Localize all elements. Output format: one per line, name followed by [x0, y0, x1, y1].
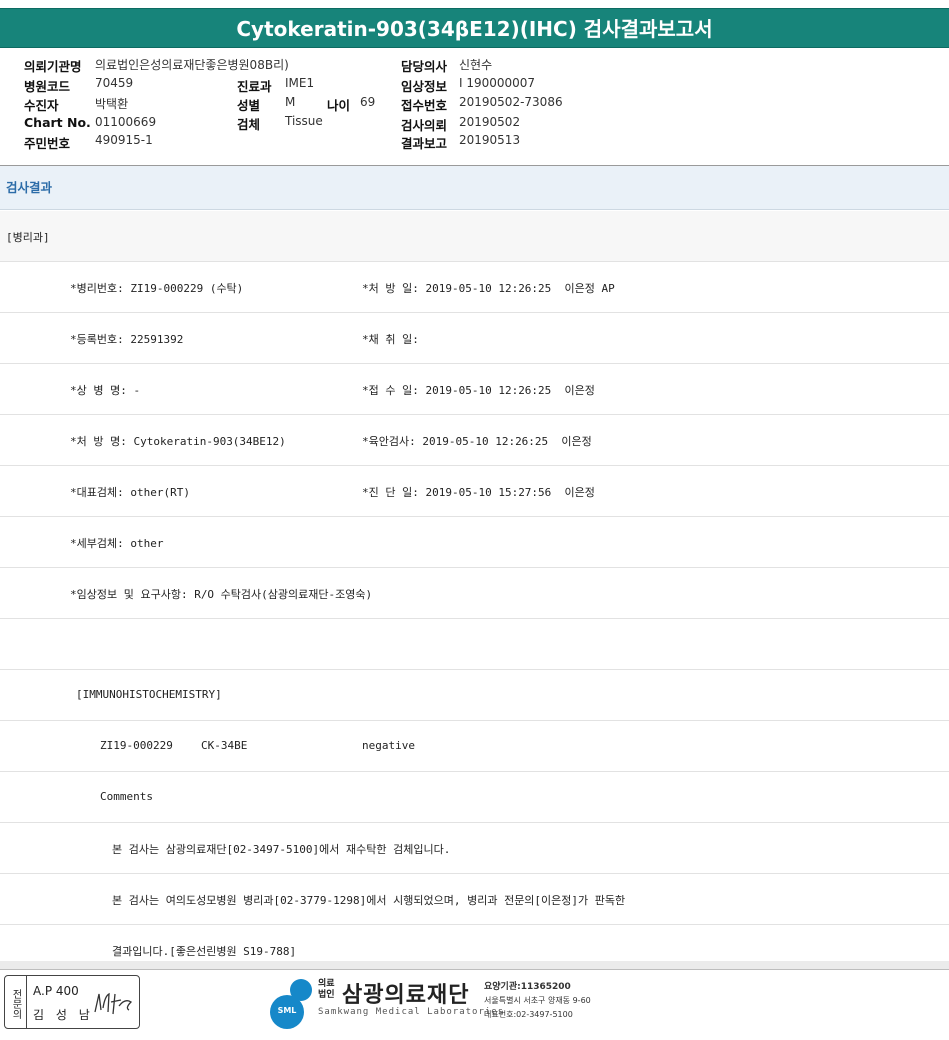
logo-brand: 삼광의료재단	[342, 983, 470, 1008]
logo-mark: SML	[277, 1006, 297, 1015]
disease-name: *상 병 명: -	[70, 384, 141, 397]
result-row: ZI19-000229 CK-34BE negative	[0, 721, 949, 772]
signature-license: A.P 400	[33, 984, 79, 998]
ihc-result: negative	[362, 739, 415, 752]
hospital-code-label: 병원코드	[24, 79, 71, 94]
result-label: 결과보고	[401, 136, 448, 151]
results-section-header: 검사결과	[0, 166, 949, 210]
result-row: 본 검사는 여의도성모병원 병리과[02-3779-1298]에서 시행되었으며…	[0, 874, 949, 925]
request-date: 20190502	[459, 115, 521, 129]
signature-box: 전문의 A.P 400 김 성 남	[4, 975, 140, 1029]
patient-info: 의뢰기관명 의료법인은성의료재단좋은병원08B리) 병원코드 70459 수진자…	[0, 52, 949, 164]
clinical-request: *임상정보 및 요구사항: R/O 수탁검사(삼광의료재단-조영숙)	[70, 588, 373, 601]
receipt-value: 20190502-73086	[459, 95, 563, 109]
comment-3: 결과입니다.[좋은선린병원 S19-788]	[112, 945, 297, 958]
pathology-no: *병리번호: ZI19-000229 (수탁)	[70, 282, 244, 295]
result-row: *등록번호: 22591392 *채 취 일:	[0, 313, 949, 364]
comment-1: 본 검사는 삼광의료재단[02-3497-5100]에서 재수탁한 검체입니다.	[112, 843, 451, 856]
chart-no-value: 01100669	[95, 115, 157, 129]
order-date: *처 방 일: 2019-05-10 12:26:25 이은정 AP	[362, 282, 615, 295]
main-specimen: *대표검체: other(RT)	[70, 486, 190, 499]
patient-name: 박택환	[95, 97, 129, 111]
contact-info: 요양기관:11365200 서울특별시 서초구 양재동 9-60 대표번호:02…	[484, 980, 591, 1022]
gross-exam: *육안검사: 2019-05-10 12:26:25 이은정	[362, 435, 592, 448]
specimen-value: Tissue	[285, 114, 323, 128]
results-section-title: 검사결과	[6, 180, 53, 195]
collect-date: *채 취 일:	[362, 333, 419, 346]
result-row	[0, 619, 949, 670]
results-body: [병리과] *병리번호: ZI19-000229 (수탁) *처 방 일: 20…	[0, 211, 949, 961]
sub-specimen: *세부검체: other	[70, 537, 164, 550]
result-row: Comments	[0, 772, 949, 823]
result-row: *처 방 명: Cytokeratin-903(34BE12) *육안검사: 2…	[0, 415, 949, 466]
ihc-marker: CK-34BE	[201, 739, 248, 752]
signature-role: 전문의	[5, 976, 27, 1028]
rrn-value: 490915-1	[95, 133, 153, 147]
institution-value: 의료법인은성의료재단좋은병원08B리)	[95, 58, 289, 72]
sex-label: 성별	[237, 98, 261, 113]
order-name: *처 방 명: Cytokeratin-903(34BE12)	[70, 435, 286, 448]
signature-name: 김 성 남	[33, 1008, 94, 1022]
dept-line: [병리과]	[6, 231, 50, 244]
address: 서울특별시 서초구 양재동 9-60	[484, 996, 591, 1005]
report-footer: 전문의 A.P 400 김 성 남 SML 의료 법인 삼광의료재단 Samkw…	[0, 971, 949, 1040]
request-label: 검사의뢰	[401, 118, 448, 133]
age-label: 나이	[327, 98, 351, 113]
doctor-label: 담당의사	[401, 59, 448, 74]
ihc-case: ZI19-000229	[100, 739, 173, 752]
logo-english: Samkwang Medical Laboratories	[318, 1007, 505, 1017]
dept-label: 진료과	[237, 79, 272, 94]
phone: 대표번호:02-3497-5100	[484, 1010, 573, 1019]
age-value: 69	[360, 95, 376, 109]
report-title: Cytokeratin-903(34βE12)(IHC) 검사결과보고서	[0, 8, 949, 48]
comments-label: Comments	[100, 790, 153, 803]
hospital-code-value: 70459	[95, 76, 134, 90]
result-row: 결과입니다.[좋은선린병원 S19-788]	[0, 925, 949, 961]
institution-label: 의뢰기관명	[24, 59, 82, 74]
comment-2: 본 검사는 여의도성모병원 병리과[02-3779-1298]에서 시행되었으며…	[112, 894, 626, 907]
result-row: [IMMUNOHISTOCHEMISTRY]	[0, 670, 949, 721]
receipt-label: 접수번호	[401, 98, 448, 113]
handwritten-signature-icon	[94, 992, 133, 1015]
result-row: *상 병 명: - *접 수 일: 2019-05-10 12:26:25 이은…	[0, 364, 949, 415]
specimen-label: 검체	[237, 117, 261, 132]
reg-no: *등록번호: 22591392	[70, 333, 184, 346]
chart-no-label: Chart No.	[24, 115, 91, 130]
result-date: 20190513	[459, 133, 521, 147]
clinical-label: 임상정보	[401, 79, 448, 94]
patient-label: 수진자	[24, 98, 59, 113]
ihc-header: [IMMUNOHISTOCHEMISTRY]	[76, 688, 222, 701]
result-row: *세부검체: other	[0, 517, 949, 568]
dept-value: IME1	[285, 76, 315, 90]
diagnosis-date: *진 단 일: 2019-05-10 15:27:56 이은정	[362, 486, 595, 499]
care-no: 요양기관:11365200	[484, 982, 571, 992]
rrn-label: 주민번호	[24, 136, 71, 151]
clinical-value: I 190000007	[459, 76, 536, 90]
logo-legal: 의료 법인	[318, 979, 335, 1000]
sml-logo: SML 의료 법인 삼광의료재단 Samkwang Medical Labora…	[270, 975, 591, 1031]
result-row: *대표검체: other(RT) *진 단 일: 2019-05-10 15:2…	[0, 466, 949, 517]
doctor-value: 신현수	[459, 58, 493, 72]
result-row: *병리번호: ZI19-000229 (수탁) *처 방 일: 2019-05-…	[0, 262, 949, 313]
receive-date: *접 수 일: 2019-05-10 12:26:25 이은정	[362, 384, 595, 397]
sex-value: M	[285, 95, 296, 109]
result-row: [병리과]	[0, 211, 949, 262]
horizontal-scrollbar[interactable]	[0, 961, 949, 970]
result-row: *임상정보 및 요구사항: R/O 수탁검사(삼광의료재단-조영숙)	[0, 568, 949, 619]
result-row: 본 검사는 삼광의료재단[02-3497-5100]에서 재수탁한 검체입니다.	[0, 823, 949, 874]
